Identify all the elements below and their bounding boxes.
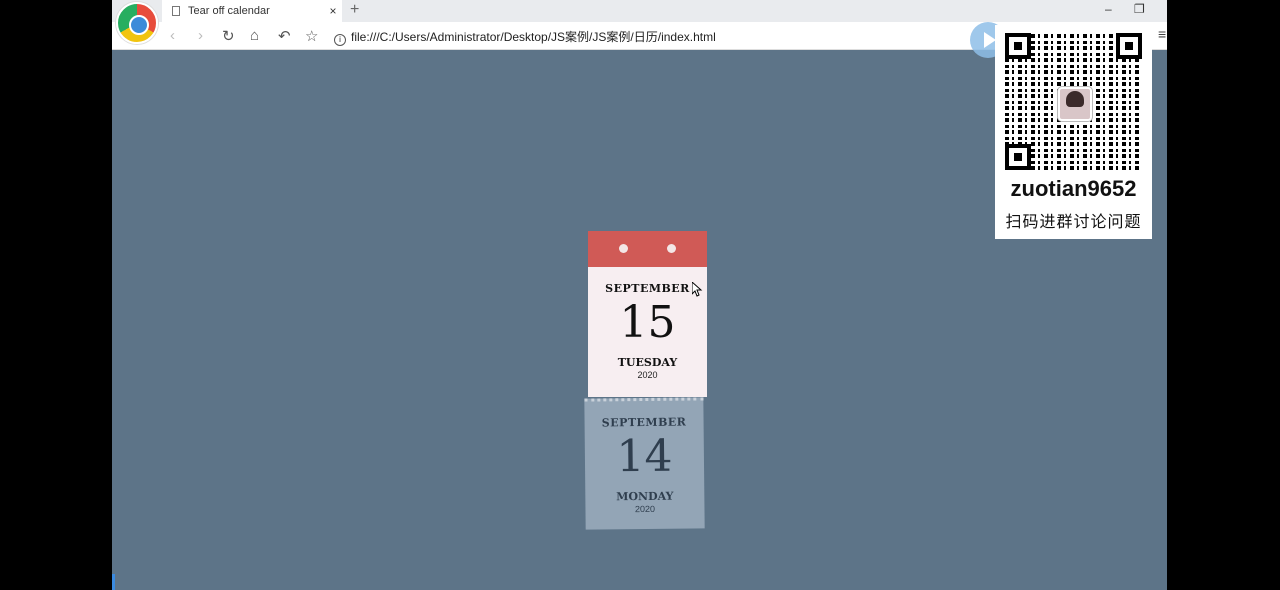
back-icon[interactable]: ‹ [170, 27, 175, 44]
restore-button[interactable]: ❐ [1134, 2, 1145, 16]
undo-icon[interactable]: ↶ [278, 27, 291, 45]
calendar-header [588, 231, 707, 267]
qr-promo: zuotian9652 扫码进群讨论问题 [995, 25, 1152, 239]
tab-tear-off-calendar[interactable]: Tear off calendar × [162, 0, 342, 22]
qr-finder-bottom-left [1005, 144, 1031, 170]
page-weekday: TUESDAY [617, 356, 678, 369]
tab-strip: Tear off calendar × + – ❐ [112, 0, 1167, 22]
info-icon[interactable]: i [334, 34, 346, 46]
minimize-button[interactable]: – [1105, 2, 1112, 16]
page-day: 15 [619, 297, 676, 348]
page-icon [172, 6, 180, 16]
url-text: file:///C:/Users/Administrator/Desktop/J… [351, 30, 716, 44]
binding-hole [619, 244, 628, 253]
page-month: SEPTEMBER [601, 415, 687, 430]
browser-logo-icon[interactable] [116, 2, 158, 44]
qr-finder-top-right [1116, 33, 1142, 59]
qr-finder-top-left [1005, 33, 1031, 59]
menu-icon[interactable]: ≡ [1158, 26, 1166, 42]
tab-title: Tear off calendar [188, 5, 270, 17]
calendar-binding [588, 231, 707, 267]
forward-icon[interactable]: › [198, 27, 203, 44]
bookmark-star-icon[interactable]: ☆ [305, 27, 318, 45]
close-tab-icon[interactable]: × [324, 4, 342, 18]
browser-window: Tear off calendar × + – ❐ ‹ › ↻ ⌂ ↶ ☆ if… [112, 0, 1167, 590]
avatar [1058, 87, 1092, 121]
home-icon[interactable]: ⌂ [250, 27, 259, 44]
new-tab-button[interactable]: + [350, 1, 359, 19]
reload-icon[interactable]: ↻ [222, 27, 235, 45]
page-weekday: MONDAY [616, 489, 674, 504]
page-year: 2020 [634, 503, 656, 515]
calendar-page-current[interactable]: SEPTEMBER 15 TUESDAY 2020 [588, 267, 707, 397]
page-year: 2020 [637, 370, 658, 380]
calendar-page-torn[interactable]: SEPTEMBER 14 MONDAY 2020 [584, 397, 705, 530]
promo-text: 扫码进群讨论问题 [1005, 212, 1142, 231]
scroll-indicator [112, 574, 115, 590]
address-bar[interactable]: i file:///C:/Users/Administrator/Desktop/… [334, 28, 716, 46]
page-month: SEPTEMBER [605, 282, 690, 295]
promo-id: zuotian9652 [1010, 176, 1137, 201]
binding-hole [667, 244, 676, 253]
page-day: 14 [616, 430, 673, 483]
